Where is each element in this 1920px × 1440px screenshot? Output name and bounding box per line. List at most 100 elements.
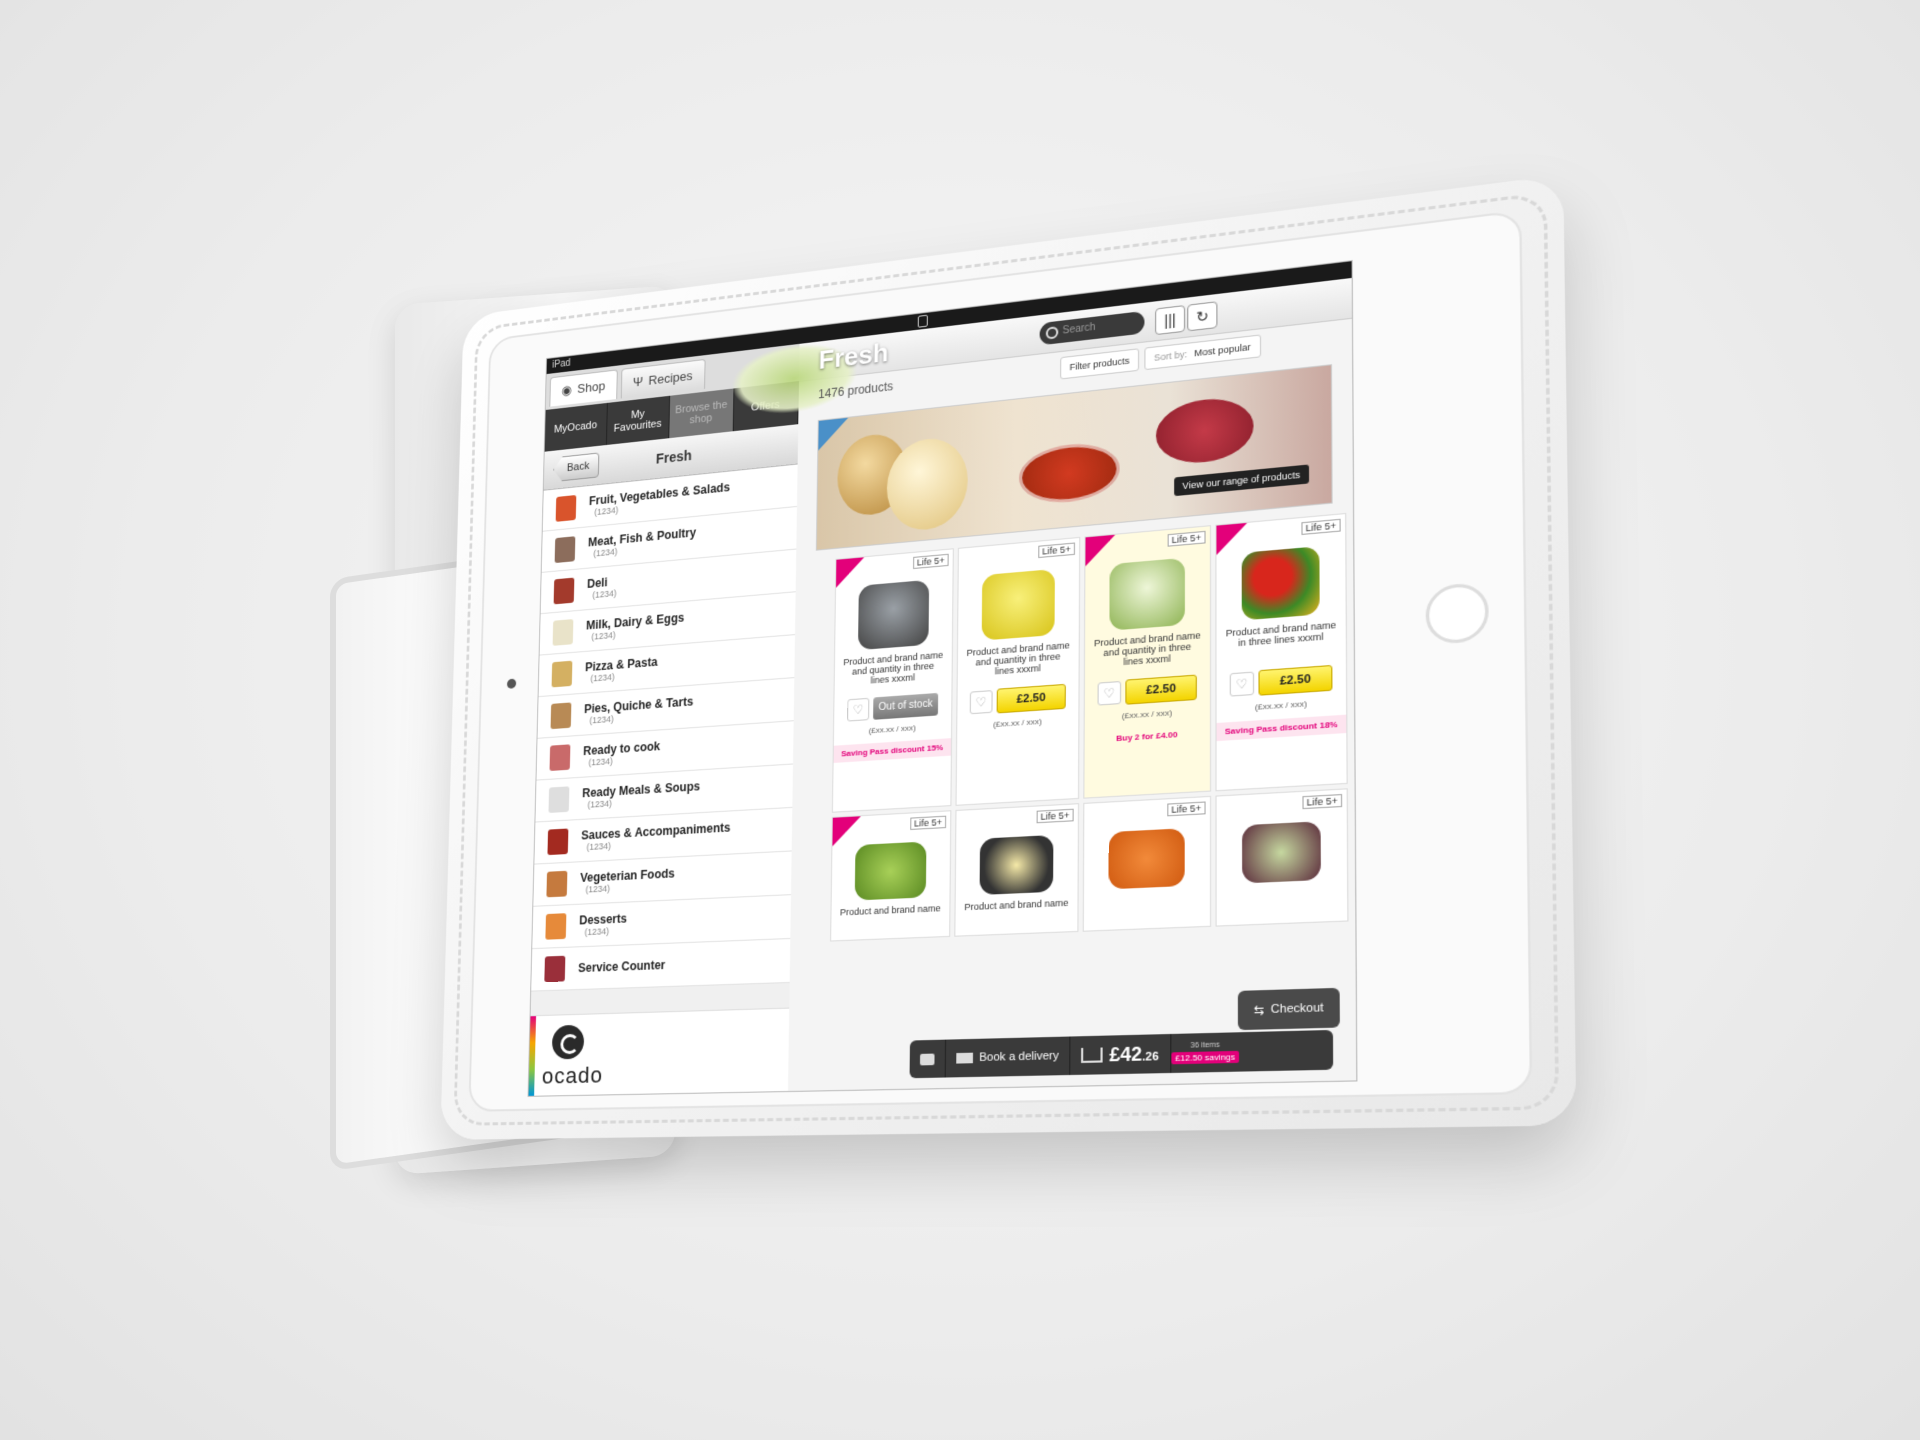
search-placeholder: Search (1062, 321, 1096, 337)
product-image (857, 579, 930, 651)
unit-price: (£xx.xx / xxx) (868, 723, 916, 736)
refresh-button[interactable]: ↻ (1187, 301, 1218, 332)
basket-item-count: 36 items (1190, 1041, 1220, 1050)
tablet-case: iPad ◉ Shop Ψ Recipes MyOcado My Favouri… (440, 174, 1577, 1140)
life-badge: Life 5+ (909, 815, 947, 830)
product-name: Product and brand name and quantity in t… (1094, 629, 1201, 668)
app-screen: iPad ◉ Shop Ψ Recipes MyOcado My Favouri… (527, 260, 1358, 1097)
product-count: 1476 products (818, 379, 894, 402)
category-thumbnail (550, 702, 572, 730)
product-name: Product and brand name and quantity in t… (966, 639, 1070, 677)
unit-price: (£xx.xx / xxx) (993, 716, 1042, 730)
add-to-basket-price-button[interactable]: £2.50 (1258, 664, 1333, 696)
ocado-logo-icon (551, 1024, 585, 1060)
tab-recipes-label: Recipes (648, 368, 693, 388)
product-card[interactable]: Life 5+ Product and brand name in three … (1215, 512, 1348, 792)
product-card[interactable]: Life 5+ Product and brand name (954, 803, 1080, 937)
add-to-basket-price-button[interactable]: £2.50 (996, 683, 1066, 714)
shop-icon: ◉ (561, 382, 573, 398)
category-title: Fresh (655, 447, 692, 467)
category-thumbnail (551, 660, 573, 688)
back-button[interactable]: Back (553, 452, 600, 482)
tab-shop[interactable]: ◉ Shop (549, 369, 618, 407)
product-card[interactable]: Life 5+ Product and brand name and quant… (831, 548, 954, 813)
brand-footer: ocado (528, 1007, 790, 1096)
product-image (981, 568, 1055, 641)
product-card[interactable]: Life 5+ (1082, 795, 1212, 932)
device-label: iPad (552, 357, 571, 371)
product-name: Product and brand name (964, 897, 1069, 913)
product-name: Product and brand name (839, 902, 941, 918)
total-main: £42 (1109, 1042, 1143, 1066)
checkout-icon: ⇆ (1253, 1003, 1265, 1018)
favourite-heart-icon[interactable]: ♡ (1097, 680, 1122, 706)
main-panel: Fresh Search ||| ↻ 1476 products Filter … (731, 277, 1357, 1091)
product-card[interactable]: Life 5+ (1215, 788, 1349, 927)
product-photo-scene: iPad ◉ Shop Ψ Recipes MyOcado My Favouri… (0, 0, 1920, 1440)
favourite-heart-icon[interactable]: ♡ (1229, 671, 1255, 697)
left-panel: ◉ Shop Ψ Recipes MyOcado My Favourites B… (528, 343, 801, 1096)
category-item[interactable]: Service Counter (531, 938, 791, 992)
mince-image (1155, 394, 1254, 467)
segment-browse-shop[interactable]: Browse the shop (669, 388, 734, 439)
favourite-heart-icon[interactable]: ♡ (969, 690, 993, 715)
camera-icon (506, 678, 517, 689)
category-thumbnail (547, 828, 569, 856)
brand-stripe (528, 1016, 537, 1096)
life-badge: Life 5+ (1301, 518, 1341, 536)
basket-total[interactable]: £42.26 (1070, 1033, 1171, 1076)
promo-text: Saving Pass discount 15% (833, 738, 952, 763)
home-button[interactable] (1425, 581, 1489, 646)
life-badge: Life 5+ (1167, 530, 1206, 547)
life-badge: Life 5+ (1166, 801, 1206, 817)
product-image (1109, 557, 1185, 631)
sauce-bowl-image (1018, 439, 1120, 507)
search-input[interactable]: Search (1039, 310, 1145, 346)
product-name: Product and brand name in three lines xx… (1225, 619, 1337, 649)
product-name: Product and brand name and quantity in t… (843, 649, 944, 686)
segment-my-favourites[interactable]: My Favourites (606, 395, 671, 445)
checkout-label: Checkout (1270, 1001, 1324, 1017)
life-badge: Life 5+ (912, 553, 949, 570)
out-of-stock-button: Out of stock (873, 692, 939, 720)
life-badge: Life 5+ (1036, 808, 1074, 824)
tab-shop-label: Shop (577, 378, 606, 396)
sort-value: Most popular (1194, 341, 1251, 359)
product-card[interactable]: Life 5+ Product and brand name and quant… (1083, 525, 1212, 799)
chat-button[interactable] (909, 1039, 947, 1079)
book-delivery-button[interactable]: Book a delivery (945, 1036, 1071, 1078)
unit-price: (£xx.xx / xxx) (1121, 707, 1173, 721)
category-count: (1234) (592, 588, 617, 601)
new-ribbon (818, 417, 849, 451)
basket-total-amount: £42.26 (1109, 1042, 1158, 1066)
add-to-basket-price-button[interactable]: £2.50 (1125, 674, 1197, 705)
offer-ribbon (1216, 522, 1248, 556)
offer-ribbon (1085, 534, 1116, 567)
product-card[interactable]: Life 5+ Product and brand name (830, 810, 952, 942)
basket-summary: 36 items £12.50 savings (1170, 1041, 1240, 1065)
product-name (1272, 881, 1290, 923)
barcode-scan-button[interactable]: ||| (1155, 305, 1186, 336)
search-icon (1045, 326, 1059, 340)
life-badge: Life 5+ (1037, 542, 1075, 559)
checkout-button[interactable]: ⇆ Checkout (1237, 987, 1340, 1031)
product-grid: Life 5+ Product and brand name and quant… (830, 512, 1349, 942)
product-image (1241, 546, 1320, 621)
category-count: (1234) (584, 926, 610, 938)
category-thumbnail (545, 913, 567, 940)
product-card[interactable]: Life 5+ Product and brand name and quant… (955, 536, 1081, 806)
category-thumbnail (553, 577, 575, 605)
banner-cta[interactable]: View our range of products (1173, 464, 1310, 497)
product-image (854, 841, 927, 901)
sort-by-button[interactable]: Sort by: Most popular (1144, 334, 1261, 371)
ocado-logo-text: ocado (541, 1062, 604, 1089)
favourite-heart-icon[interactable]: ♡ (847, 697, 870, 722)
product-image (979, 834, 1054, 895)
filter-products-button[interactable]: Filter products (1060, 348, 1140, 380)
category-thumbnail (549, 744, 571, 771)
promo-text: Saving Pass discount 18% (1216, 714, 1347, 742)
category-thumbnail (548, 786, 570, 813)
segment-myocado[interactable]: MyOcado (544, 402, 608, 452)
cart-icon (1081, 1047, 1103, 1063)
promo-text: Buy 2 for £4.00 (1116, 729, 1178, 744)
